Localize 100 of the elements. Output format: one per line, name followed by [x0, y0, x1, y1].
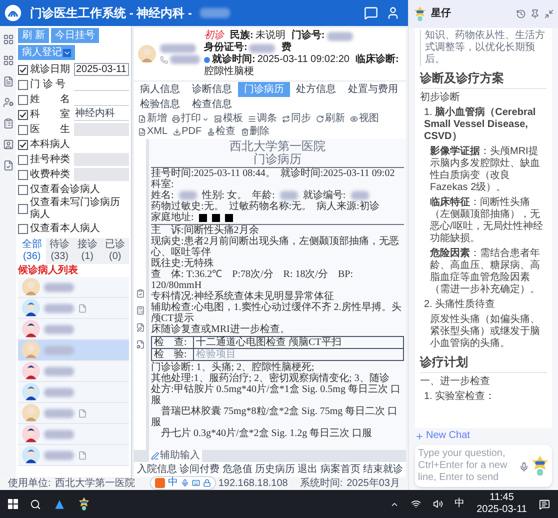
action-button[interactable]: 历史病历	[254, 464, 295, 476]
microphone-icon[interactable]	[519, 462, 529, 472]
answer-heading: 诊疗计划	[420, 355, 547, 373]
clipboard-icon[interactable]	[2, 118, 14, 129]
blurred-text	[160, 44, 196, 53]
checkbox[interactable]	[18, 170, 28, 180]
action-button[interactable]: 结束就诊	[362, 464, 403, 476]
blurred-text	[280, 191, 298, 200]
record-text: 药物过敏史:无。	[151, 201, 224, 212]
record-text: 年龄:	[252, 190, 275, 201]
edit-file-icon[interactable]	[136, 323, 144, 332]
toolbar-button[interactable]: 删除	[240, 126, 270, 138]
filter-label: 仅查看本人病人	[30, 222, 100, 234]
pin-icon[interactable]	[530, 9, 540, 19]
checkbox[interactable]	[18, 124, 28, 134]
repeat-icon	[282, 115, 290, 123]
toolbar-button[interactable]: 新增	[138, 113, 167, 125]
record-tab[interactable]: 处方信息	[290, 82, 342, 97]
checkbox[interactable]	[18, 154, 28, 164]
history-icon[interactable]	[516, 9, 526, 19]
select-field[interactable]	[74, 153, 129, 166]
filter-label: 仅查看未写门诊病历病人	[30, 197, 121, 221]
record-tab[interactable]: 检查信息	[186, 97, 238, 112]
person-card-icon[interactable]	[2, 139, 14, 150]
grid-icon[interactable]	[2, 55, 14, 66]
record-tab[interactable]: 诊断信息	[186, 82, 238, 97]
user-icon[interactable]	[386, 6, 400, 20]
message-icon[interactable]	[364, 6, 378, 20]
printer-icon	[172, 115, 180, 123]
checkbox[interactable]	[18, 110, 28, 120]
checkbox[interactable]	[18, 80, 28, 90]
status-value: 2025年03月	[346, 478, 400, 490]
action-button[interactable]: 诊间付费	[180, 464, 220, 476]
document-icon[interactable]	[2, 76, 14, 87]
ime-toolbar[interactable]: 中	[150, 476, 216, 490]
toolbar-button[interactable]: 刷新	[316, 113, 345, 125]
toolbar-button[interactable]: 视图	[350, 113, 379, 125]
list-title: 候诊病人列表	[18, 265, 79, 277]
volume-icon[interactable]	[432, 499, 443, 509]
refresh-icon	[316, 115, 324, 123]
record-tab[interactable]: 检验信息	[134, 97, 186, 112]
status-tab[interactable]: 已诊 (0)	[101, 238, 129, 264]
select-field[interactable]	[74, 168, 129, 181]
network-icon[interactable]	[410, 499, 421, 509]
lock-icon	[203, 479, 211, 487]
status-value: 西北大学第一医院	[54, 478, 135, 490]
app-icon[interactable]	[53, 498, 66, 510]
field-label: 就诊时间:	[212, 54, 256, 66]
status-label: 系统时间:	[300, 478, 343, 490]
toolbar-button[interactable]: 检查	[206, 126, 236, 138]
filter-label: 就诊日期	[30, 64, 71, 76]
select-field[interactable]	[74, 123, 129, 136]
mascot-icon	[413, 6, 427, 22]
status-tab[interactable]: 全部 (36)	[18, 238, 46, 264]
windows-icon[interactable]	[8, 499, 18, 509]
text-field[interactable]: 神经内科	[74, 108, 129, 121]
record-tab[interactable]: 病人信息	[134, 82, 186, 97]
record-text: 其他处理:1、服药治疗; 2、密切观察病情变化; 3、随诊	[151, 373, 390, 384]
file-check-icon[interactable]	[2, 160, 14, 171]
status-tab[interactable]: 接诊 (1)	[74, 238, 102, 264]
toolbar-button[interactable]: PDF	[172, 126, 202, 138]
checkbox[interactable]	[18, 204, 28, 214]
calculator-icon[interactable]	[136, 306, 144, 315]
date-field[interactable]: 2025-03-11	[74, 63, 129, 76]
search-icon[interactable]	[30, 498, 41, 510]
record-text: 查 体: T:36.2℃ P:78次/分 R: 18次/分 BP: 120/80mmH	[151, 269, 354, 291]
record-tab[interactable]: 处置与费用	[342, 82, 404, 97]
assist-input-button[interactable]: 辅助输入	[149, 450, 202, 462]
record-text: 家庭地址:	[151, 212, 194, 223]
checkbox[interactable]	[18, 140, 28, 150]
notification-icon[interactable]	[539, 498, 550, 510]
grid-icon[interactable]	[2, 34, 14, 45]
blurred-text	[44, 346, 74, 354]
field-value: 腔隙性脑梗	[204, 66, 254, 78]
blurred-text	[44, 324, 74, 334]
clipboard-icon[interactable]	[136, 289, 144, 298]
eye-icon	[350, 115, 358, 123]
answer-text: 一、进一步检查	[420, 376, 491, 388]
action-button[interactable]: 危急值	[222, 464, 252, 476]
user-gear-icon[interactable]	[2, 97, 14, 108]
action-button[interactable]: 退出	[298, 464, 318, 476]
toolbar-button[interactable]: 调条	[248, 113, 277, 125]
action-button[interactable]: 入院信息	[137, 464, 177, 476]
collapse-icon[interactable]	[544, 9, 554, 19]
toolbar-button[interactable]: 打印	[172, 113, 209, 125]
toolbar-button[interactable]: XML	[138, 126, 168, 138]
checkbox[interactable]	[18, 64, 28, 74]
checkbox[interactable]	[18, 224, 28, 234]
toolbar-button[interactable]: 同步	[282, 113, 311, 125]
toolbar-button[interactable]: 模板	[214, 113, 243, 125]
file-gear-icon[interactable]	[136, 340, 144, 349]
checkbox[interactable]	[18, 184, 28, 194]
file-plus-icon	[138, 115, 146, 123]
blurred-text	[178, 191, 197, 200]
status-tab[interactable]: 待诊 (33)	[46, 238, 74, 264]
blurred-text	[350, 191, 369, 200]
checkbox[interactable]	[18, 94, 28, 104]
blurred-text	[44, 282, 74, 292]
ime-indicator[interactable]: 中	[454, 498, 465, 510]
action-button[interactable]: 病案首页	[320, 464, 360, 476]
